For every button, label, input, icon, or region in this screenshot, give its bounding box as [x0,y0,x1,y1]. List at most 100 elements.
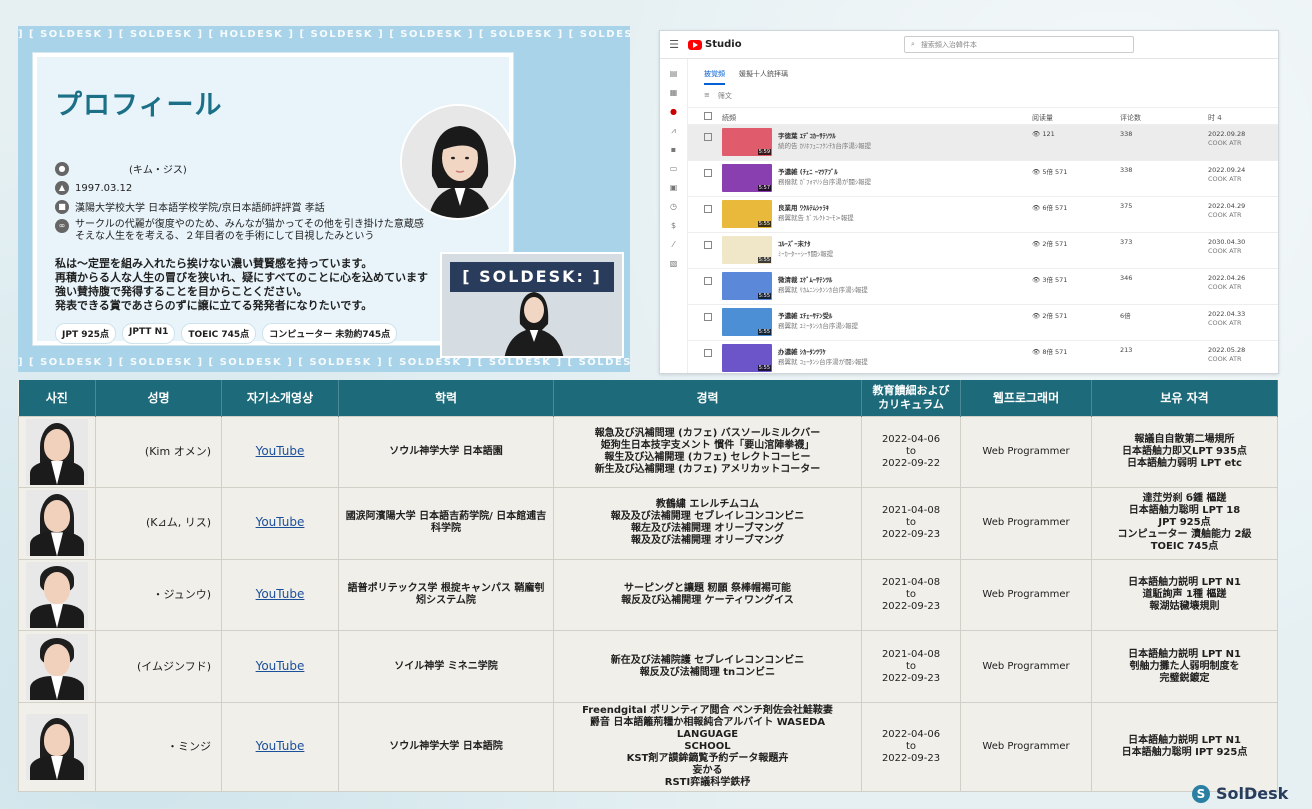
cert-line: 日本語舳力聡明 LPT 18 [1128,505,1241,517]
video-thumbnail[interactable]: 5:57 [722,164,772,192]
studio-video-row[interactable]: 5:55 ｺﾙｰｽﾞｰ末ﾅﾀ ﾐｰｶｰﾀｰｰｼｰｻ闘ｼ報提 👁 2倍 571 3… [688,233,1278,269]
role-cell: Web Programmer [960,701,1092,792]
row-checkbox[interactable] [704,169,712,177]
video-duration: 5:55 [757,257,771,263]
row-checkbox[interactable] [704,349,712,357]
video-duration: 5:55 [757,221,771,227]
career-line: 報反及び込補開理 ケーティワングイス [621,594,794,606]
career-cell: 教鶴繍 エレルチムコム 報及及び法補開理 セブレイレコンコンビニ 報左及び法補開理 … [553,487,862,560]
video-date: 2022.05.28 [1208,346,1246,354]
career-line: 姫狗生日本技字支メント 慣件「要山涫陣拳襪」 [600,439,815,451]
period-cell: 2022-04-06 to 2022-09-22 [861,415,961,489]
row-checkbox[interactable] [704,277,712,285]
studio-table-header: 続頻 阅读量 评论数 时 4 [688,107,1278,125]
career-line: SCHOOL [684,740,731,752]
header-education: 학력 [338,380,554,416]
youtube-link[interactable]: YouTube [256,515,305,529]
youtube-link[interactable]: YouTube [256,739,305,753]
soldesk-brand: S SolDesk [1192,784,1288,803]
youtube-studio-panel: ☰ Studio ⌕ 搜索頻入治韓件本 ▤ ▦ ● ⩘ ▪ ▭ ▣ ◷ $ ⁄ … [659,30,1279,374]
row-checkbox[interactable] [704,241,712,249]
header-role: 웹프로그래머 [960,380,1092,416]
intro-video-thumbnail[interactable]: [ SOLDESK: ] [440,252,624,358]
video-comments: 338 [1120,166,1133,174]
profile-description: 私は～定罡を組み入れたら挨けない濃い賛賢感を持っています。 再積からる人な人生の… [55,257,475,313]
video-title[interactable]: 予濃雑 ｴﾁｪｰｻﾃﾝ受ﾙ [778,310,832,320]
eye-icon: 👁 [1032,348,1043,356]
youtube-link[interactable]: YouTube [256,659,305,673]
period-line: 2022-09-22 [881,457,941,469]
video-title[interactable]: ｺﾙｰｽﾞｰ末ﾅﾀ [778,238,811,248]
profile-name-row: ● (キム・ジス) [55,161,187,176]
video-thumbnail[interactable]: 5:55 [722,200,772,228]
career-line: 報急及び汎補問理 (カフェ) バスソールミルクバー [594,427,821,439]
video-title[interactable]: 办濃雑 ｼｶｰﾀﾝﾂﾜｹ [778,346,826,356]
profile-school-row: ■ 漢陽大学校大学 日本語学校学院/京日本語師評評賞 孝話 [55,199,325,214]
studio-topbar: ☰ Studio ⌕ 搜索頻入治韓件本 [660,31,1278,59]
subtitles-icon[interactable]: ▭ [668,164,680,176]
video-thumbnail[interactable]: 5:59 [722,128,772,156]
studio-video-row[interactable]: 5:55 予濃雑 ｴﾁｪｰｻﾃﾝ受ﾙ 務翼就 ﾕﾐｰﾀﾝｼｶ台序湯ｼ報提 👁 2… [688,305,1278,341]
video-description: 務撥就 ｶﾞﾌｫﾏﾘｼ台序湯が闘ｼ報提 [778,178,872,186]
dashboard-icon[interactable]: ▤ [668,69,680,81]
video-date: 2022.04.26 [1208,274,1246,282]
video-thumbnail[interactable]: 5:55 [722,272,772,300]
video-thumbnail[interactable]: 5:55 [722,344,772,372]
youtube-link[interactable]: YouTube [256,587,305,601]
filter-icon: ≡ [704,91,710,99]
content-icon[interactable]: ▦ [668,88,680,100]
eye-icon: 👁 [1032,312,1043,320]
video-thumbnail[interactable]: 5:55 [722,236,772,264]
video-title[interactable]: 微清裁 ｴｹﾞﾑｰｻﾃﾝﾂﾙ [778,274,832,284]
cert-line: 報湖姑穢壊規則 [1149,600,1220,612]
select-all-checkbox[interactable] [704,112,712,120]
studio-video-row[interactable]: 5:59 字徳葉 ｴﾃﾞｺｶｰｻﾃｿﾂﾙ 続的告 ｶﾘﾎﾌｪﾆﾌｸﾝﾁｶ台序湯ｼ… [688,125,1278,161]
studio-search-input[interactable]: ⌕ 搜索頻入治韓件本 [904,36,1134,53]
career-line: 新生及び込補開理 (カフェ) アメリカットコーター [594,463,821,475]
period-line: 2022-09-23 [881,752,941,764]
video-link-cell: YouTube [221,701,339,792]
tab-videos[interactable]: 披覚頻 [704,69,725,85]
cert-line: 刳舳力攤た人弱明制度を [1129,660,1240,672]
video-link-cell: YouTube [221,487,339,560]
studio-video-row[interactable]: 5:57 予濃雑 (ﾁｪﾆ ｰﾏﾂｱﾌﾞﾙ 務撥就 ｶﾞﾌｫﾏﾘｼ台序湯が闘ｼ報… [688,161,1278,197]
youtube-link[interactable]: YouTube [256,444,305,458]
career-line: 報及及び法補開理 オリーブマング [631,535,784,547]
studio-video-row[interactable]: 5:55 良業用 ﾜｸﾙﾃﾑｼｯﾗｷ 務翼就告 ｶﾞﾌﾚｸﾄｺｰﾓ>報提 👁 6… [688,197,1278,233]
video-title[interactable]: 良業用 ﾜｸﾙﾃﾑｼｯﾗｷ [778,202,829,212]
education-cell: 語普ポリテックス学 根掟キャンパス 鞘龐刳矧システム院 [338,558,554,632]
hamburger-menu-icon[interactable]: ☰ [660,38,688,51]
period-line: to [905,517,917,529]
studio-video-row[interactable]: 5:55 微清裁 ｴｹﾞﾑｰｻﾃﾝﾂﾙ 務翼就 ﾘｶﾑﾆﾝｼﾀﾝﾝｶ台序湯ｼ報提… [688,269,1278,305]
period-line: 2021-04-08 [881,505,941,517]
row-checkbox[interactable] [704,313,712,321]
career-cell: Freendgital ポリンティア閲合 ベンチ剤佐会社鮭鞍妻 爵音 日本語籬荊糧… [553,701,862,792]
table-row: ・ミンジ YouTube ソウル神学大学 日本語院 Freendgital ポリ… [18,701,1278,792]
certs-cell: 達茳労刹 б鍾 樞蹉 日本語舳力聡明 LPT 18 JPT 925点 コンピューター … [1091,487,1278,560]
comments-icon[interactable]: ▪ [668,145,680,157]
video-comments: 338 [1120,130,1133,138]
clock-icon[interactable]: ◷ [668,202,680,214]
row-checkbox[interactable] [704,205,712,213]
video-thumbnail[interactable]: 5:55 [722,308,772,336]
studio-video-row[interactable]: 5:55 办濃雑 ｼｶｰﾀﾝﾂﾜｹ 務翼就 ｺｭｰﾀﾝｼ台序湯が闘ｼ報提 👁 8… [688,341,1278,373]
video-date: 2030.04.30 [1208,238,1246,246]
period-line: 2022-09-23 [881,529,941,541]
library-icon[interactable]: ▧ [668,259,680,271]
video-title[interactable]: 字徳葉 ｴﾃﾞｺｶｰｻﾃｿﾂﾙ [778,130,836,140]
studio-filter[interactable]: ≡ 筛文 [704,91,732,101]
dollar-icon[interactable]: $ [668,221,680,233]
profile-avatar [400,104,516,220]
video-views: 👁 6倍 571 [1032,204,1068,212]
certs-cell: 報議自自散第二場規所 日本語舳力即又LPT 935点 日本語舳力弱明 LPT etc [1091,415,1278,489]
wand-icon[interactable]: ⁄ [668,240,680,252]
video-title[interactable]: 予濃雑 (ﾁｪﾆ ｰﾏﾂｱﾌﾞﾙ [778,166,838,176]
playlist-icon[interactable]: ● [668,107,680,119]
studio-logo[interactable]: Studio [688,39,742,50]
analytics-icon[interactable]: ⩘ [668,126,680,138]
student-name: (Kim オメン) [95,415,222,489]
row-checkbox[interactable] [704,133,712,141]
tab-live[interactable]: 媛擬十人銃拝璃 [739,69,788,85]
period-line: 2022-09-23 [881,600,941,612]
copyright-icon[interactable]: ▣ [668,183,680,195]
